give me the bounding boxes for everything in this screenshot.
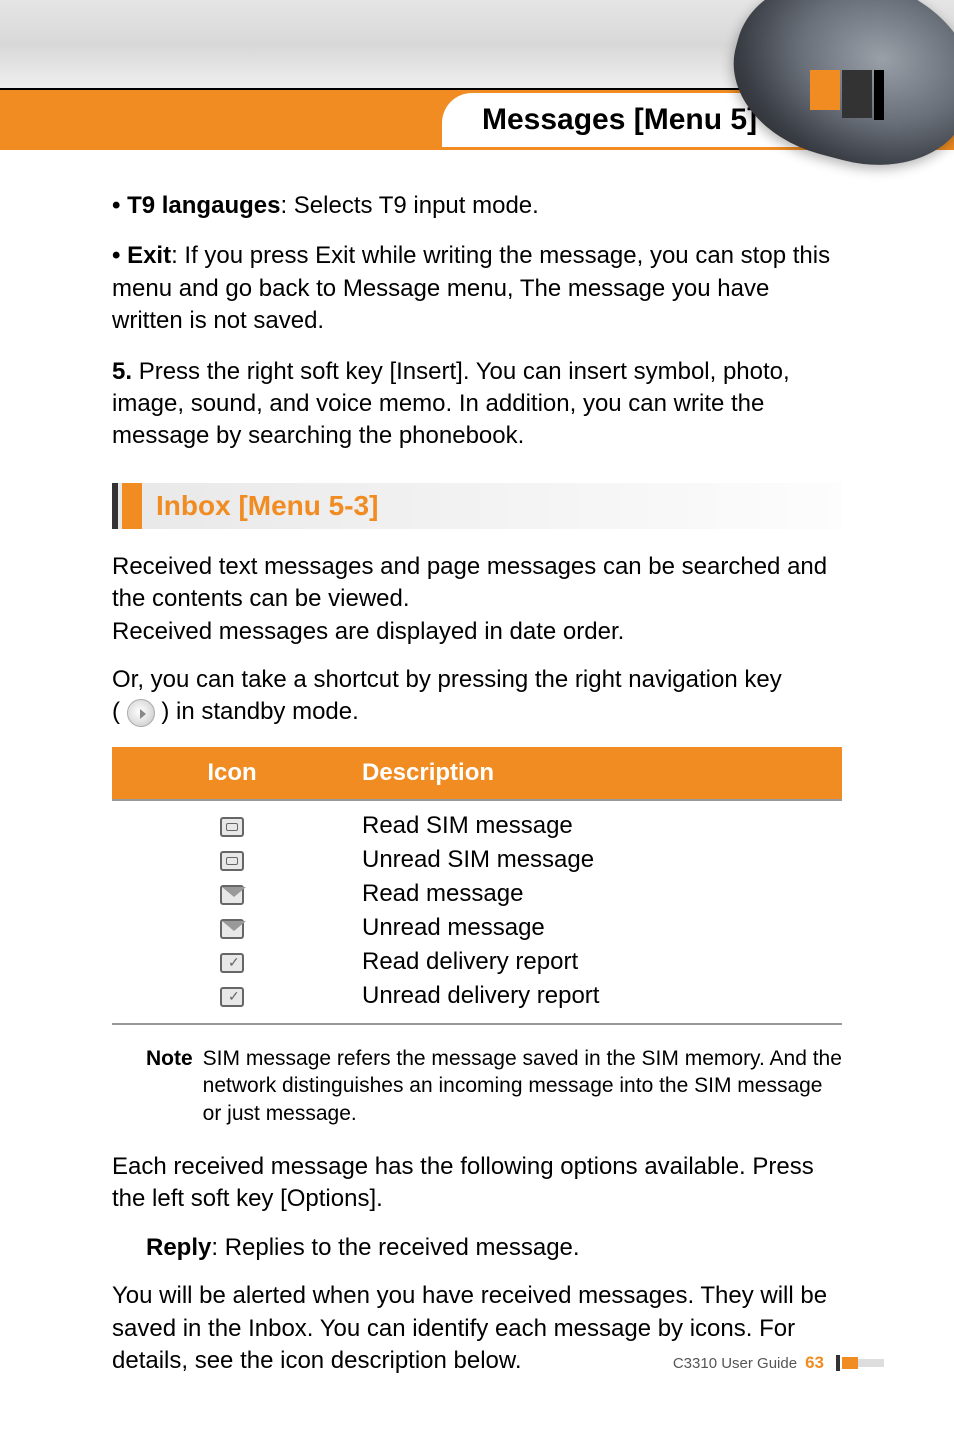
step-5-num: 5. (112, 358, 132, 385)
inbox-desc-2: Or, you can take a shortcut by pressing … (112, 664, 842, 729)
t9-text: : Selects T9 input mode. (280, 192, 538, 219)
header-decoration (810, 70, 884, 120)
icon-table: Icon Description Read SIM message Unread… (112, 747, 842, 1025)
row-desc: Unread SIM message (352, 844, 842, 876)
page-title: Messages [Menu 5] (482, 103, 757, 136)
unread-msg-icon (220, 919, 244, 939)
table-row: Read delivery report (112, 945, 842, 979)
th-desc: Description (352, 757, 842, 789)
note-block: Note SIM message refers the message save… (146, 1045, 842, 1127)
t9-label: T9 langauges (127, 192, 280, 219)
unread-sim-icon (220, 851, 244, 871)
table-row: Unread SIM message (112, 843, 842, 877)
reply-option: Reply: Replies to the received message. (146, 1232, 842, 1264)
inbox-desc-1: Received text messages and page messages… (112, 551, 842, 648)
read-msg-icon (220, 885, 244, 905)
row-desc: Unread message (352, 912, 842, 944)
note-label: Note (146, 1045, 193, 1127)
step-5: 5. Press the right soft key [Insert]. Yo… (112, 356, 842, 453)
step-5-text: Press the right soft key [Insert]. You c… (112, 358, 790, 450)
p3c: ) in standby mode. (161, 698, 358, 725)
right-nav-key-icon (127, 699, 155, 727)
footer: C3310 User Guide 63 (673, 1353, 884, 1373)
read-report-icon (220, 953, 244, 973)
table-row: Unread message (112, 911, 842, 945)
reply-label: Reply (146, 1234, 211, 1261)
p3a: Or, you can take a shortcut by pressing … (112, 666, 782, 693)
page-number: 63 (805, 1353, 824, 1373)
options-intro: Each received message has the following … (112, 1151, 842, 1216)
bullet-exit: • Exit: If you press Exit while writing … (112, 240, 842, 337)
unread-report-icon (220, 987, 244, 1007)
th-icon: Icon (112, 757, 352, 789)
exit-text: : If you press Exit while writing the me… (112, 242, 830, 334)
p1: Received text messages and page messages… (112, 553, 827, 612)
section-title: Inbox [Menu 5-3] (156, 487, 378, 525)
footer-guide: C3310 User Guide (673, 1355, 797, 1372)
bullet-t9: • T9 langauges: Selects T9 input mode. (112, 190, 842, 222)
exit-label: Exit (127, 242, 171, 269)
row-desc: Read message (352, 878, 842, 910)
table-header: Icon Description (112, 747, 842, 801)
table-body: Read SIM message Unread SIM message Read… (112, 801, 842, 1025)
footer-decoration (836, 1355, 884, 1371)
table-row: Unread delivery report (112, 979, 842, 1013)
section-heading: Inbox [Menu 5-3] (112, 483, 842, 529)
read-sim-icon (220, 817, 244, 837)
row-desc: Unread delivery report (352, 980, 842, 1012)
row-desc: Read SIM message (352, 810, 842, 842)
content-area: • T9 langauges: Selects T9 input mode. •… (0, 150, 954, 1377)
table-row: Read SIM message (112, 809, 842, 843)
table-row: Read message (112, 877, 842, 911)
p2: Received messages are displayed in date … (112, 618, 624, 645)
reply-text: : Replies to the received message. (211, 1234, 579, 1261)
note-text: SIM message refers the message saved in … (203, 1045, 842, 1127)
row-desc: Read delivery report (352, 946, 842, 978)
p3b: ( (112, 698, 120, 725)
